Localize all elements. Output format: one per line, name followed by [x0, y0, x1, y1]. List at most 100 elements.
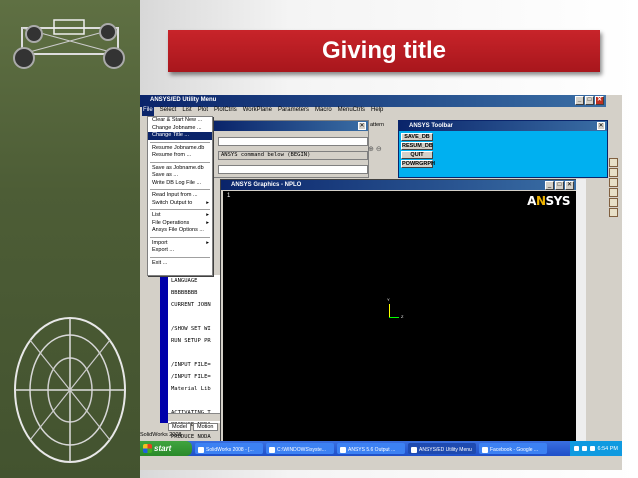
file-menu-item-label: Switch Output to	[152, 199, 193, 206]
taskbar-item[interactable]: C:\WINDOWS\syste...	[266, 443, 334, 454]
close-button[interactable]: ✕	[595, 96, 604, 105]
file-menu-item[interactable]: Exit ...	[148, 260, 212, 268]
file-menu-item-label: Resume Jobname.db	[152, 144, 205, 151]
file-menu-item[interactable]: Resume from ...	[148, 152, 212, 160]
submenu-arrow-icon: ▸	[206, 199, 209, 206]
graphics-window-controls: _ □ ✕	[545, 181, 574, 190]
tool-icon[interactable]	[609, 168, 618, 177]
taskbar-item[interactable]: ANSYS 5.6 Output ...	[337, 443, 405, 454]
taskbar-item[interactable]: SolidWorks 2008 - [...	[195, 443, 263, 454]
file-menu-item[interactable]: Ansys File Options ...	[148, 227, 212, 235]
file-menu-item[interactable]: Resume Jobname.db	[148, 145, 212, 153]
taskbar-item-label: C:\WINDOWS\syste...	[277, 446, 326, 453]
menu-plot[interactable]: Plot	[198, 107, 208, 116]
graphics-titlebar: ANSYS Graphics - NPLO	[221, 180, 576, 190]
toolbar-titlebar: ANSYS Toolbar	[399, 121, 607, 131]
menu-parameters[interactable]: Parameters	[278, 107, 309, 116]
tool-icon[interactable]	[609, 188, 618, 197]
file-menu-item[interactable]: List ▸	[148, 212, 212, 220]
menu-help[interactable]: Help	[371, 107, 383, 116]
file-menu-item[interactable]: Change Title ...	[148, 132, 212, 140]
submenu-arrow-icon: ▸	[206, 239, 209, 246]
file-menu-item[interactable]: Import ▸	[148, 240, 212, 248]
maximize-button[interactable]: □	[585, 96, 594, 105]
toolbar-button-save-db[interactable]: SAVE_DB	[401, 133, 433, 141]
minimize-button[interactable]: _	[545, 181, 554, 190]
tray-icon[interactable]	[589, 446, 595, 451]
file-menu-item[interactable]: Write DB Log File ...	[148, 180, 212, 188]
slide-title-banner: Giving title	[168, 30, 600, 72]
menu-plotctrls[interactable]: PlotCtrls	[214, 107, 237, 116]
tray-icon[interactable]	[581, 446, 587, 451]
windows-taskbar: start SolidWorks 2008 - [... C:\WINDOWS\s…	[140, 441, 622, 456]
file-menu-item[interactable]: Export ...	[148, 247, 212, 255]
ansys-window-title: ANSYS/ED Utility Menu	[150, 97, 217, 103]
maximize-button[interactable]: □	[555, 181, 564, 190]
command-input[interactable]	[218, 137, 368, 146]
taskbar-item-label: ANSYS/ED Utility Menu	[419, 446, 472, 453]
file-menu-item[interactable]: File Operations ▸	[148, 220, 212, 228]
command-history[interactable]	[218, 165, 368, 174]
taskbar-item-label: Facebook - Google ...	[490, 446, 539, 453]
menu-list[interactable]: List	[182, 107, 191, 116]
logo-text-a: A	[527, 194, 536, 208]
tool-icon[interactable]	[609, 178, 618, 187]
ansys-titlebar: ANSYS/ED Utility Menu _ □ ✕	[140, 95, 606, 107]
file-menu-item-label: Exit ...	[152, 259, 168, 266]
toolbar-button-resum-db[interactable]: RESUM_DB	[401, 142, 433, 150]
tab-motion[interactable]: Motion	[192, 423, 218, 431]
ansys-screenshot: ANSYS/ED Utility Menu _ □ ✕ File Select Li…	[140, 95, 622, 470]
output-line: /SHOW SET WI	[171, 326, 211, 332]
app-icon	[482, 446, 488, 453]
zoom-out-icon[interactable]: ⊖	[376, 146, 382, 153]
file-menu-item[interactable]: Clear & Start New ...	[148, 117, 212, 125]
menu-select[interactable]: Select	[160, 107, 177, 116]
file-menu-item[interactable]: Switch Output to ▸	[148, 200, 212, 208]
toolbar-button-powrgrph[interactable]: POWRGRPH	[401, 160, 435, 168]
start-label: start	[154, 444, 172, 453]
menu-macro[interactable]: Macro	[315, 107, 332, 116]
zoom-in-icon[interactable]: ⊕	[368, 146, 374, 153]
output-line: RUN SETUP PR	[171, 338, 211, 344]
start-button[interactable]: start	[140, 441, 192, 456]
slide-left-panel	[0, 0, 140, 478]
taskbar-item[interactable]: ANSYS/ED Utility Menu	[408, 443, 476, 454]
menu-menuctrls[interactable]: MenuCtrls	[338, 107, 365, 116]
submenu-arrow-icon: ▸	[206, 219, 209, 226]
close-icon[interactable]: ✕	[597, 122, 605, 130]
ansys-menubar: File Select List Plot PlotCtrls WorkPlane Para…	[140, 107, 606, 116]
close-button[interactable]: ✕	[565, 181, 574, 190]
file-menu-item-label: File Operations	[152, 219, 190, 226]
toolbar-button-quit[interactable]: QUIT	[401, 151, 433, 159]
y-axis-triad	[389, 304, 390, 318]
tray-icon[interactable]	[573, 446, 579, 451]
ansys-logo: ANSYS	[527, 194, 570, 208]
ansys-input-window: ✕ ANSYS command below (BEGIN)	[213, 120, 369, 178]
menu-file[interactable]: File	[142, 107, 154, 116]
tool-icon[interactable]	[609, 208, 618, 217]
model-tabs: Model Motion	[168, 423, 218, 431]
logo-text-sys: SYS	[545, 194, 571, 208]
minimize-button[interactable]: _	[575, 96, 584, 105]
close-icon[interactable]: ✕	[358, 122, 366, 130]
tool-icon[interactable]	[609, 198, 618, 207]
tool-icon[interactable]	[609, 158, 618, 167]
file-menu-item[interactable]: Read Input from ...	[148, 192, 212, 200]
file-menu-item[interactable]: Save as Jobname.db	[148, 165, 212, 173]
file-menu-item-label: Export ...	[152, 247, 175, 253]
file-menu-item-label: Save as Jobname.db	[152, 164, 204, 171]
file-menu-item[interactable]: Save as ...	[148, 172, 212, 180]
graphics-title: ANSYS Graphics - NPLO	[231, 182, 302, 188]
file-menu-item[interactable]: Change Jobname ...	[148, 125, 212, 133]
tab-model[interactable]: Model	[168, 423, 191, 431]
file-menu-item-label: Read Input from ...	[152, 192, 198, 198]
graphics-canvas[interactable]: 1 ANSYS Y Z	[223, 191, 576, 442]
output-scrollbar[interactable]	[168, 413, 221, 421]
menu-workplane[interactable]: WorkPlane	[243, 107, 272, 116]
taskbar-item[interactable]: Facebook - Google ...	[479, 443, 547, 454]
pattern-label: attern	[370, 122, 385, 128]
output-line: LANGUAGE	[171, 278, 198, 284]
graphics-scrollbar[interactable]	[576, 179, 586, 443]
graphics-window: ANSYS Graphics - NPLO _ □ ✕ 1 ANSYS Y Z	[220, 179, 577, 443]
